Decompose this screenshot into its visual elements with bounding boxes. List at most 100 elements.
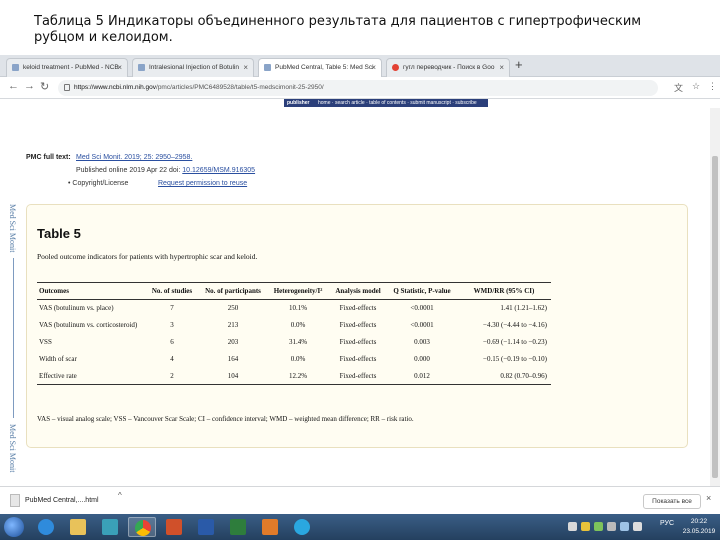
forward-arrow-icon[interactable]: → <box>24 80 35 92</box>
network-icon[interactable] <box>607 522 616 531</box>
start-button[interactable] <box>4 517 24 537</box>
cell-heterogeneity: 10.1% <box>288 304 308 313</box>
cell-q-statistic: 0.000 <box>414 355 430 363</box>
close-icon[interactable]: × <box>243 59 248 77</box>
flag-icon[interactable] <box>620 522 629 531</box>
url-field[interactable]: https://www.ncbi.nlm.nih.gov/pmc/article… <box>58 80 658 96</box>
pmc-label: PMC full text: <box>26 154 71 161</box>
taskbar-word[interactable] <box>192 517 220 537</box>
cell-studies: 7 <box>170 304 174 313</box>
cell-participants: 203 <box>227 338 239 346</box>
tab-label: keloid treatment - PubMed - NCB <box>23 64 119 71</box>
tab-label: Intralesional Injection of Botulin <box>149 64 239 71</box>
excel-icon <box>230 519 246 535</box>
cell-wmd-rr: 0.82 (0.70–0.96) <box>457 367 551 385</box>
tab-pubmed-central-table[interactable]: PubMed Central, Table 5: Med Sci × <box>258 58 382 77</box>
cell-outcome: Effective rate <box>37 367 145 385</box>
tray-arrow-icon[interactable] <box>568 522 577 531</box>
star-icon[interactable]: ☆ <box>692 81 700 92</box>
translate-icon[interactable]: 文 <box>674 81 683 94</box>
cell-participants: 104 <box>199 367 267 385</box>
taskbar-skype[interactable] <box>288 517 316 537</box>
publisher-nav-links[interactable]: home · search article · table of content… <box>318 99 477 107</box>
journal-side-label: Med Sci Monit <box>8 204 17 253</box>
col-outcomes: Outcomes <box>37 282 145 300</box>
tray-app-icon[interactable] <box>594 522 603 531</box>
tray-app-icon[interactable] <box>581 522 590 531</box>
journal-side-label-bottom: Med Sci Monit <box>8 424 17 473</box>
pubmed-favicon-icon <box>12 64 19 71</box>
citation-link[interactable]: Med Sci Monit. 2019; 25: 2950–2958. <box>76 154 192 161</box>
page-scrollbar[interactable] <box>710 108 720 486</box>
col-no-of-studies: No. of studies <box>145 282 199 300</box>
cell-wmd-rr: −4.30 (−4.44 to −4.16) <box>483 321 547 329</box>
col-wmd-rr: WMD/RR (95% CI) <box>457 282 551 300</box>
volume-icon[interactable] <box>633 522 642 531</box>
system-clock[interactable]: 20:22 23.05.2019 <box>680 517 718 537</box>
cell-q-statistic: 0.003 <box>414 338 430 346</box>
tab-label: PubMed Central, Table 5: Med Sci <box>275 64 374 71</box>
address-bar: ← → ↻ https://www.ncbi.nlm.nih.gov/pmc/a… <box>0 77 720 99</box>
browser-tab-bar: keloid treatment - PubMed - NCB × Intral… <box>0 55 720 77</box>
taskbar-video-player[interactable] <box>256 517 284 537</box>
tab-keloid-treatment[interactable]: keloid treatment - PubMed - NCB × <box>6 58 128 77</box>
page-content: Med Sci Monit Med Sci Monit PMC full tex… <box>0 108 710 486</box>
cell-participants: 250 <box>227 304 239 313</box>
html-file-icon <box>10 494 20 507</box>
cell-wmd-rr: 1.41 (1.21–1.62) <box>500 304 547 313</box>
table-footnote: VAS – visual analog scale; VSS – Vancouv… <box>37 415 414 423</box>
taskbar-powerpoint[interactable] <box>160 517 188 537</box>
download-item[interactable]: PubMed Central,....html <box>10 491 120 511</box>
chevron-up-icon[interactable]: ^ <box>118 491 122 500</box>
doi-link[interactable]: 10.12659/MSM.916305 <box>182 167 255 174</box>
back-arrow-icon[interactable]: ← <box>8 80 19 92</box>
cell-participants: 164 <box>227 355 239 363</box>
table-row: VSS 6 203 31.4% Fixed-effects 0.003 −0.6… <box>37 334 551 351</box>
show-all-button[interactable]: Показать все <box>643 494 701 509</box>
menu-dots-icon[interactable]: ⋮ <box>708 81 717 92</box>
col-no-of-participants: No. of participants <box>199 282 267 300</box>
taskbar-internet-explorer[interactable] <box>32 517 60 537</box>
close-icon[interactable]: × <box>117 59 122 77</box>
cell-model: Fixed-effects <box>339 304 377 313</box>
pubmed-favicon-icon <box>138 64 145 71</box>
scrollbar-thumb[interactable] <box>712 156 718 478</box>
tab-google-translate-search[interactable]: гугл переводчик - Поиск в Goo × <box>386 58 510 77</box>
cell-outcome: Width of scar <box>39 355 77 363</box>
close-icon[interactable]: × <box>706 493 711 503</box>
cell-studies: 2 <box>145 367 199 385</box>
close-icon[interactable]: × <box>499 59 504 77</box>
table-title: Table 5 <box>37 226 81 241</box>
taskbar-excel[interactable] <box>224 517 252 537</box>
taskbar-media-player[interactable] <box>96 517 124 537</box>
table-row: VAS (botulinum vs. place) 7 250 10.1% Fi… <box>37 300 551 317</box>
reload-icon[interactable]: ↻ <box>40 80 49 93</box>
powerpoint-icon <box>166 519 182 535</box>
col-heterogeneity: Heterogeneity/I² <box>267 282 329 300</box>
permission-link[interactable]: Request permission to reuse <box>158 180 247 187</box>
tab-intralesional-injection[interactable]: Intralesional Injection of Botulin × <box>132 58 254 77</box>
close-icon[interactable]: × <box>371 59 376 77</box>
tab-label: гугл переводчик - Поиск в Goo <box>403 64 495 71</box>
internet-explorer-icon <box>38 519 54 535</box>
url-text: https://www.ncbi.nlm.nih.gov/pmc/article… <box>74 80 324 96</box>
table-row: Width of scar 4 164 0.0% Fixed-effects 0… <box>37 351 551 368</box>
google-favicon-icon <box>392 64 399 71</box>
cell-participants: 213 <box>227 321 239 329</box>
new-tab-button[interactable]: + <box>515 57 523 73</box>
cell-outcome: VSS <box>39 338 52 346</box>
taskbar-chrome[interactable] <box>128 517 156 537</box>
cell-q-statistic: <0.0001 <box>410 304 434 313</box>
table-panel: Table 5 Pooled outcome indicators for pa… <box>26 204 688 448</box>
cell-heterogeneity: 31.4% <box>288 338 308 346</box>
side-divider <box>13 258 14 418</box>
language-indicator[interactable]: РУС <box>660 520 674 527</box>
cell-heterogeneity: 12.2% <box>267 367 329 385</box>
lock-icon <box>64 84 70 91</box>
cell-model: Fixed-effects <box>339 355 377 363</box>
cell-outcome: VAS (botulinum vs. corticosteroid) <box>39 321 138 329</box>
taskbar-explorer[interactable] <box>64 517 92 537</box>
cell-wmd-rr: −0.15 (−0.19 to −0.10) <box>483 355 547 363</box>
cell-q-statistic: 0.012 <box>387 367 457 385</box>
table-row: VAS (botulinum vs. corticosteroid) 3 213… <box>37 317 551 334</box>
